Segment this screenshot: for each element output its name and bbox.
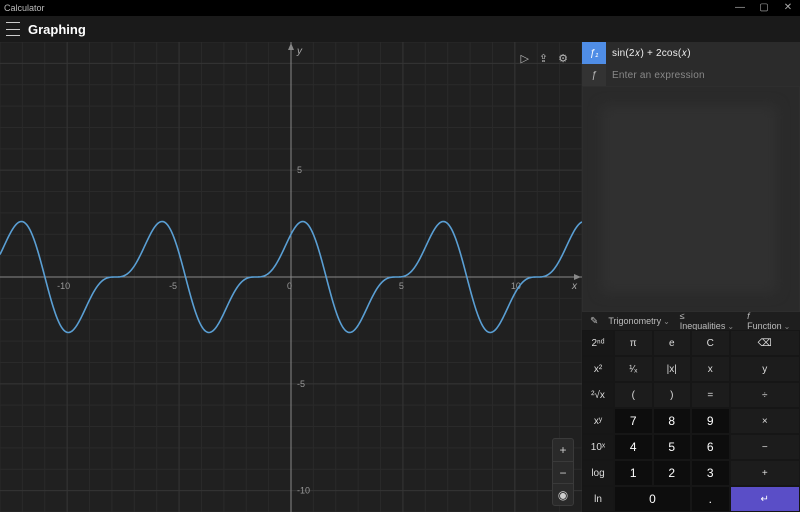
expression-row-2[interactable]: ƒ Enter an expression	[582, 64, 800, 86]
graph-settings-icon[interactable]: ⚙	[558, 52, 568, 65]
expression-placeholder[interactable]: Enter an expression	[606, 64, 800, 86]
keypad: 2ⁿᵈ π e C ⌫ x² ¹⁄ₓ |x| x y ²√x ( ) = ÷ x…	[582, 330, 800, 512]
zoom-out-button[interactable]: −	[553, 461, 573, 483]
share-icon[interactable]: ⇪	[539, 52, 548, 65]
key-power[interactable]: xʸ	[582, 408, 614, 434]
minimize-button[interactable]: —	[728, 0, 752, 16]
key-dot[interactable]: .	[691, 486, 730, 512]
key-reciprocal[interactable]: ¹⁄ₓ	[614, 356, 653, 382]
key-clear[interactable]: C	[691, 330, 730, 356]
key-rparen[interactable]: )	[653, 382, 692, 408]
zoom-controls: + − ◉	[552, 438, 574, 506]
expression-text-1[interactable]: sin(2𝑥) + 2cos(𝑥)	[606, 42, 800, 64]
key-plus[interactable]: +	[730, 460, 800, 486]
key-2[interactable]: 2	[653, 460, 692, 486]
key-y-var[interactable]: y	[730, 356, 800, 382]
key-5[interactable]: 5	[653, 434, 692, 460]
trig-menu[interactable]: Trigonometry⌄	[608, 316, 669, 326]
key-sqrt[interactable]: ²√x	[582, 382, 614, 408]
key-4[interactable]: 4	[614, 434, 653, 460]
key-divide[interactable]: ÷	[730, 382, 800, 408]
svg-text:5: 5	[399, 281, 404, 291]
svg-text:x: x	[571, 281, 578, 292]
key-log[interactable]: log	[582, 460, 614, 486]
trace-icon[interactable]: ▷	[520, 52, 528, 65]
app-title: Calculator	[4, 3, 45, 13]
key-8[interactable]: 8	[653, 408, 692, 434]
key-minus[interactable]: −	[730, 434, 800, 460]
key-multiply[interactable]: ×	[730, 408, 800, 434]
svg-text:y: y	[296, 46, 303, 57]
key-lparen[interactable]: (	[614, 382, 653, 408]
svg-text:5: 5	[297, 165, 302, 175]
svg-text:-10: -10	[57, 281, 70, 291]
key-10x[interactable]: 10ˣ	[582, 434, 614, 460]
hamburger-menu-button[interactable]	[6, 22, 20, 36]
pencil-icon[interactable]: ✎	[590, 316, 598, 327]
key-6[interactable]: 6	[691, 434, 730, 460]
key-x-squared[interactable]: x²	[582, 356, 614, 382]
zoom-reset-button[interactable]: ◉	[553, 483, 573, 505]
graph-canvas[interactable]: xy-10-505105-5-10 ▷ ⇪ ⚙ + − ◉	[0, 42, 582, 512]
key-x-var[interactable]: x	[691, 356, 730, 382]
key-pi[interactable]: π	[614, 330, 653, 356]
svg-text:0: 0	[287, 281, 292, 291]
page-title: Graphing	[28, 22, 86, 37]
key-enter[interactable]: ↵	[730, 486, 800, 512]
expression-row-1[interactable]: ƒ₁ sin(2𝑥) + 2cos(𝑥)	[582, 42, 800, 64]
key-e[interactable]: e	[653, 330, 692, 356]
svg-text:-5: -5	[169, 281, 177, 291]
category-bar: ✎ Trigonometry⌄ ≤ Inequalities⌄ f Functi…	[582, 312, 800, 330]
zoom-in-button[interactable]: +	[553, 439, 573, 461]
key-backspace[interactable]: ⌫	[730, 330, 800, 356]
key-3[interactable]: 3	[691, 460, 730, 486]
key-ln[interactable]: ln	[582, 486, 614, 512]
graph-tools: ▷ ⇪ ⚙	[514, 50, 574, 67]
key-9[interactable]: 9	[691, 408, 730, 434]
function-menu[interactable]: f Function⌄	[747, 311, 792, 331]
key-equals[interactable]: =	[691, 382, 730, 408]
key-2nd[interactable]: 2ⁿᵈ	[582, 330, 614, 356]
key-7[interactable]: 7	[614, 408, 653, 434]
maximize-button[interactable]: ▢	[752, 0, 776, 16]
inequalities-menu[interactable]: ≤ Inequalities⌄	[680, 311, 737, 331]
expression-blank-area	[582, 86, 800, 312]
svg-text:-5: -5	[297, 379, 305, 389]
function-badge-blank: ƒ	[582, 64, 606, 86]
svg-text:-10: -10	[297, 486, 310, 496]
key-abs[interactable]: |x|	[653, 356, 692, 382]
key-0[interactable]: 0	[614, 486, 691, 512]
close-button[interactable]: ✕	[776, 0, 800, 16]
key-1[interactable]: 1	[614, 460, 653, 486]
function-badge-f1: ƒ₁	[582, 42, 606, 64]
